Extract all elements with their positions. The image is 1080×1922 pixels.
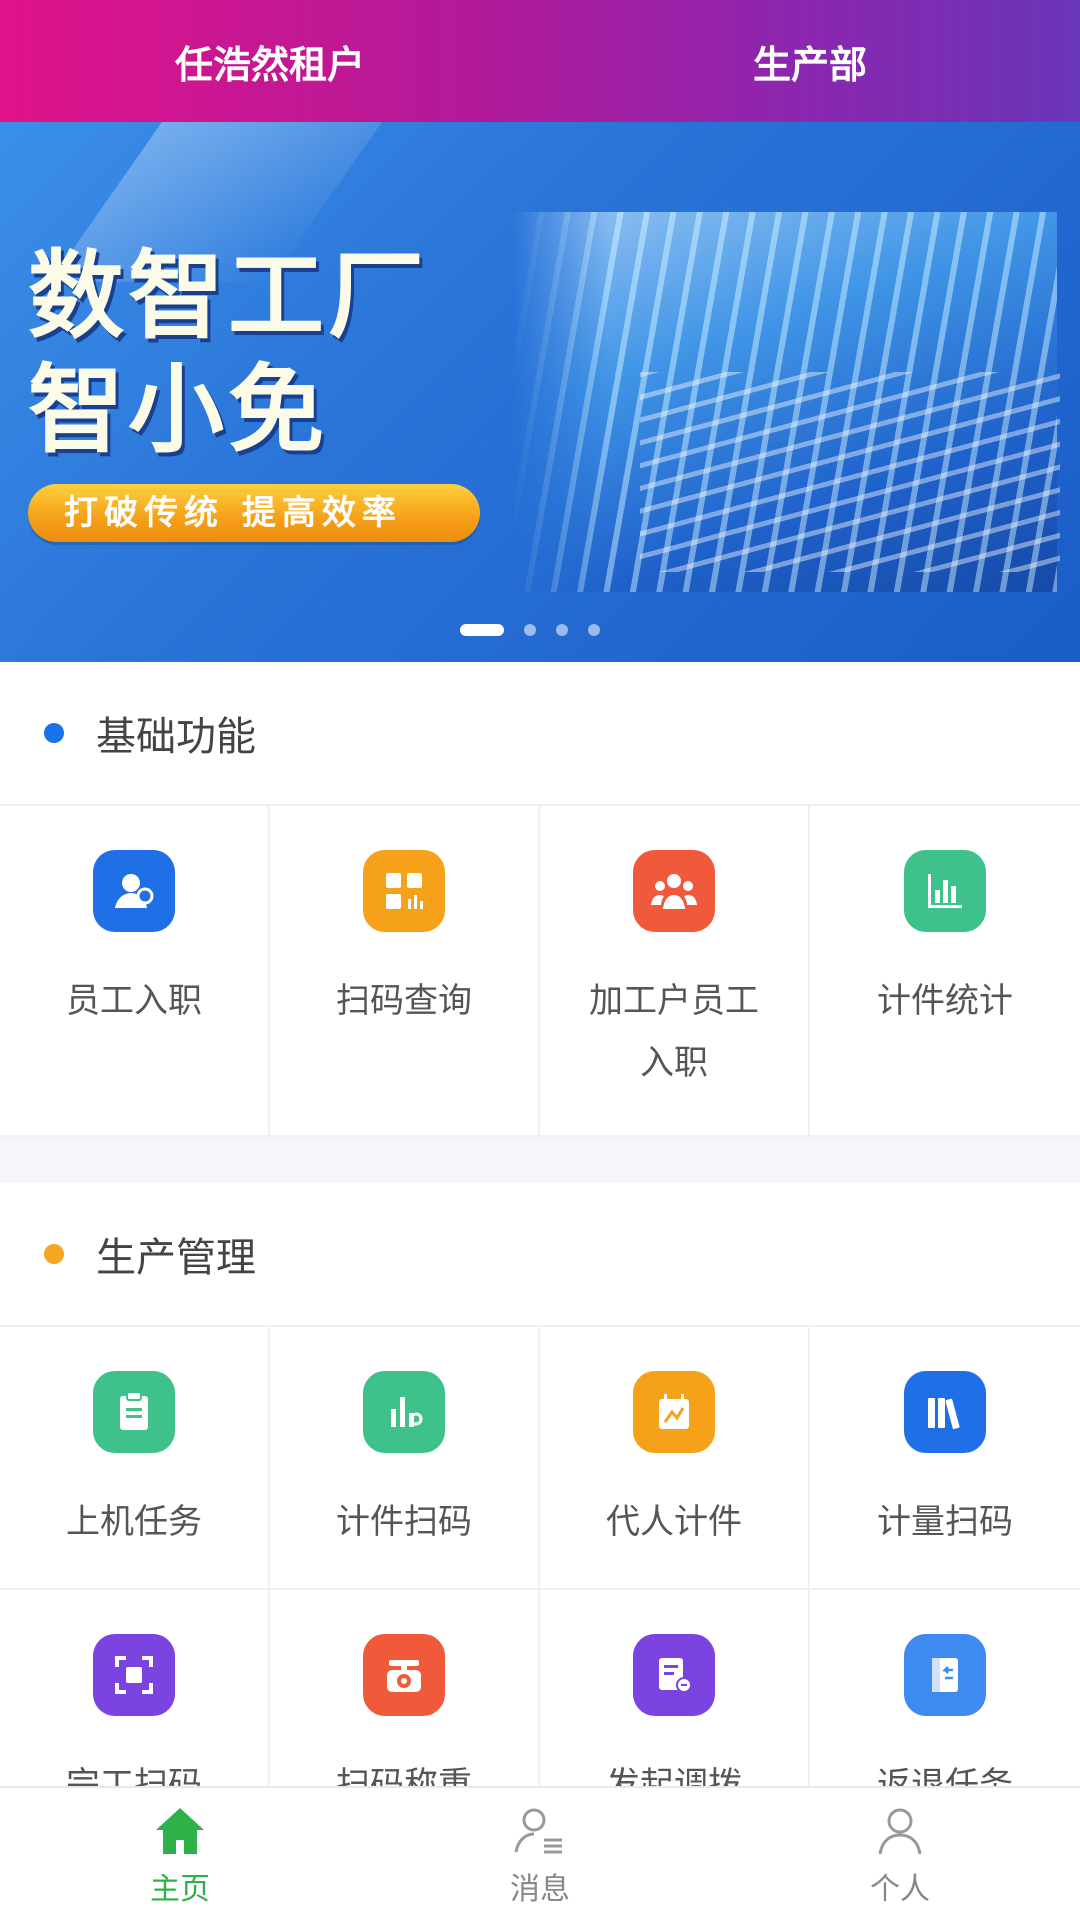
clipboard-icon [93, 1371, 175, 1453]
transfer-doc-icon [633, 1634, 715, 1716]
section-bullet [44, 1244, 64, 1264]
carousel-indicator[interactable] [460, 624, 600, 636]
tab-label: 个人 [870, 1872, 930, 1907]
tab-messages[interactable]: 消息 [360, 1788, 720, 1922]
section-divider [0, 1137, 1080, 1183]
home-icon [156, 1808, 204, 1854]
section-bullet [44, 723, 64, 743]
calendar-chart-icon [633, 1371, 715, 1453]
tab-profile[interactable]: 个人 [720, 1788, 1080, 1922]
section-title: 基础功能 [96, 714, 256, 760]
carousel-dot-4[interactable] [588, 624, 600, 636]
books-icon [904, 1371, 986, 1453]
basic-function-grid: 员工入职 扫码查询 加工户员工入职 计件统计 [0, 806, 1080, 1137]
tab-label: 消息 [510, 1872, 570, 1907]
func-label: 计件统计 [877, 981, 1013, 1021]
production-function-grid: 上机任务 计件扫码 代人计件 计量扫码 完工扫码 扫码称重 发起调拨 返退任务 [0, 1327, 1080, 1853]
func-label: 计件扫码 [336, 1502, 472, 1542]
func-label: 员工入职 [66, 981, 202, 1021]
tab-home[interactable]: 主页 [0, 1788, 360, 1922]
user-onboard-icon [93, 850, 175, 932]
group-users-icon [633, 850, 715, 932]
carousel-dot-1[interactable] [460, 624, 504, 636]
banner-title-line2: 智小免 [28, 354, 328, 466]
section-production-header: 生产管理 [0, 1183, 1080, 1327]
bar-chart-icon [904, 850, 986, 932]
func-label: 代人计件 [606, 1502, 742, 1542]
carousel-dot-3[interactable] [556, 624, 568, 636]
bottom-tab-bar: 主页 消息 个人 [0, 1786, 1080, 1922]
section-title: 生产管理 [96, 1235, 256, 1281]
func-label: 计量扫码 [877, 1502, 1013, 1542]
func-piece-stats[interactable]: 计件统计 [810, 806, 1080, 1137]
func-processor-onboard[interactable]: 加工户员工入职 [540, 806, 810, 1137]
func-label: 扫码查询 [336, 981, 472, 1021]
top-header: 任浩然租户 生产部 [0, 0, 1080, 122]
func-machine-task[interactable]: 上机任务 [0, 1327, 270, 1590]
grid-scan-icon [363, 850, 445, 932]
section-basic-header: 基础功能 [0, 662, 1080, 806]
tab-label: 主页 [150, 1872, 210, 1907]
func-label: 上机任务 [66, 1502, 202, 1542]
factory-spindles [640, 372, 1060, 572]
func-scan-query[interactable]: 扫码查询 [270, 806, 540, 1137]
promo-banner[interactable]: 数智工厂 智小免 打破传统 提高效率 [0, 122, 1080, 662]
func-metering-scan[interactable]: 计量扫码 [810, 1327, 1080, 1590]
banner-slogan: 打破传统 提高效率 [28, 484, 480, 542]
message-user-icon [514, 1808, 562, 1854]
func-proxy-piece[interactable]: 代人计件 [540, 1327, 810, 1590]
return-door-icon [904, 1634, 986, 1716]
person-icon [878, 1808, 922, 1855]
department-name[interactable]: 生产部 [540, 34, 1080, 89]
frame-scan-icon [93, 1634, 175, 1716]
func-piece-scan[interactable]: 计件扫码 [270, 1327, 540, 1590]
tenant-name[interactable]: 任浩然租户 [0, 34, 540, 89]
func-label: 加工户员工入职 [589, 981, 759, 1083]
carousel-dot-2[interactable] [524, 624, 536, 636]
chart-scan-icon [363, 1371, 445, 1453]
scale-icon [363, 1634, 445, 1716]
func-employee-onboard[interactable]: 员工入职 [0, 806, 270, 1137]
